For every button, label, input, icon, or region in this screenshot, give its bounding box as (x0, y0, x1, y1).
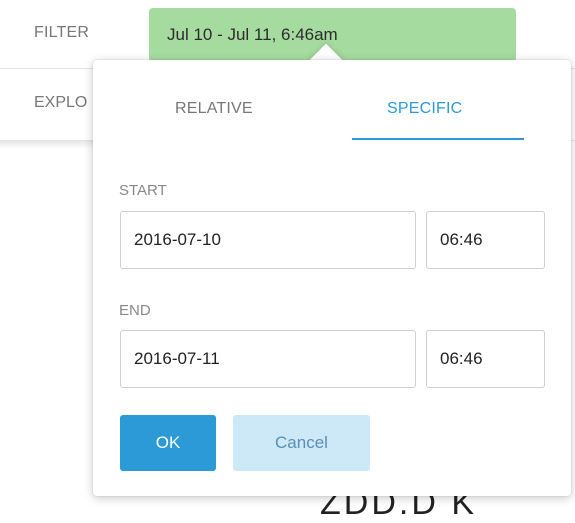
filter-label: FILTER (34, 24, 90, 41)
active-tab-indicator (352, 138, 524, 140)
end-time-input[interactable] (426, 330, 545, 388)
explore-label: EXPLO (34, 94, 88, 111)
start-time-input[interactable] (426, 211, 545, 269)
start-label: START (119, 182, 167, 199)
ok-button[interactable]: OK (120, 415, 216, 471)
end-label: END (119, 302, 151, 319)
tab-relative[interactable]: RELATIVE (175, 100, 253, 118)
cancel-button[interactable]: Cancel (233, 415, 370, 471)
tab-specific[interactable]: SPECIFIC (387, 100, 462, 118)
end-date-input[interactable] (120, 330, 416, 388)
start-date-input[interactable] (120, 211, 416, 269)
section-shade (0, 141, 94, 149)
date-range-popover: RELATIVE SPECIFIC START END OK Cancel (93, 60, 571, 496)
tab-bar: RELATIVE SPECIFIC (93, 60, 571, 142)
